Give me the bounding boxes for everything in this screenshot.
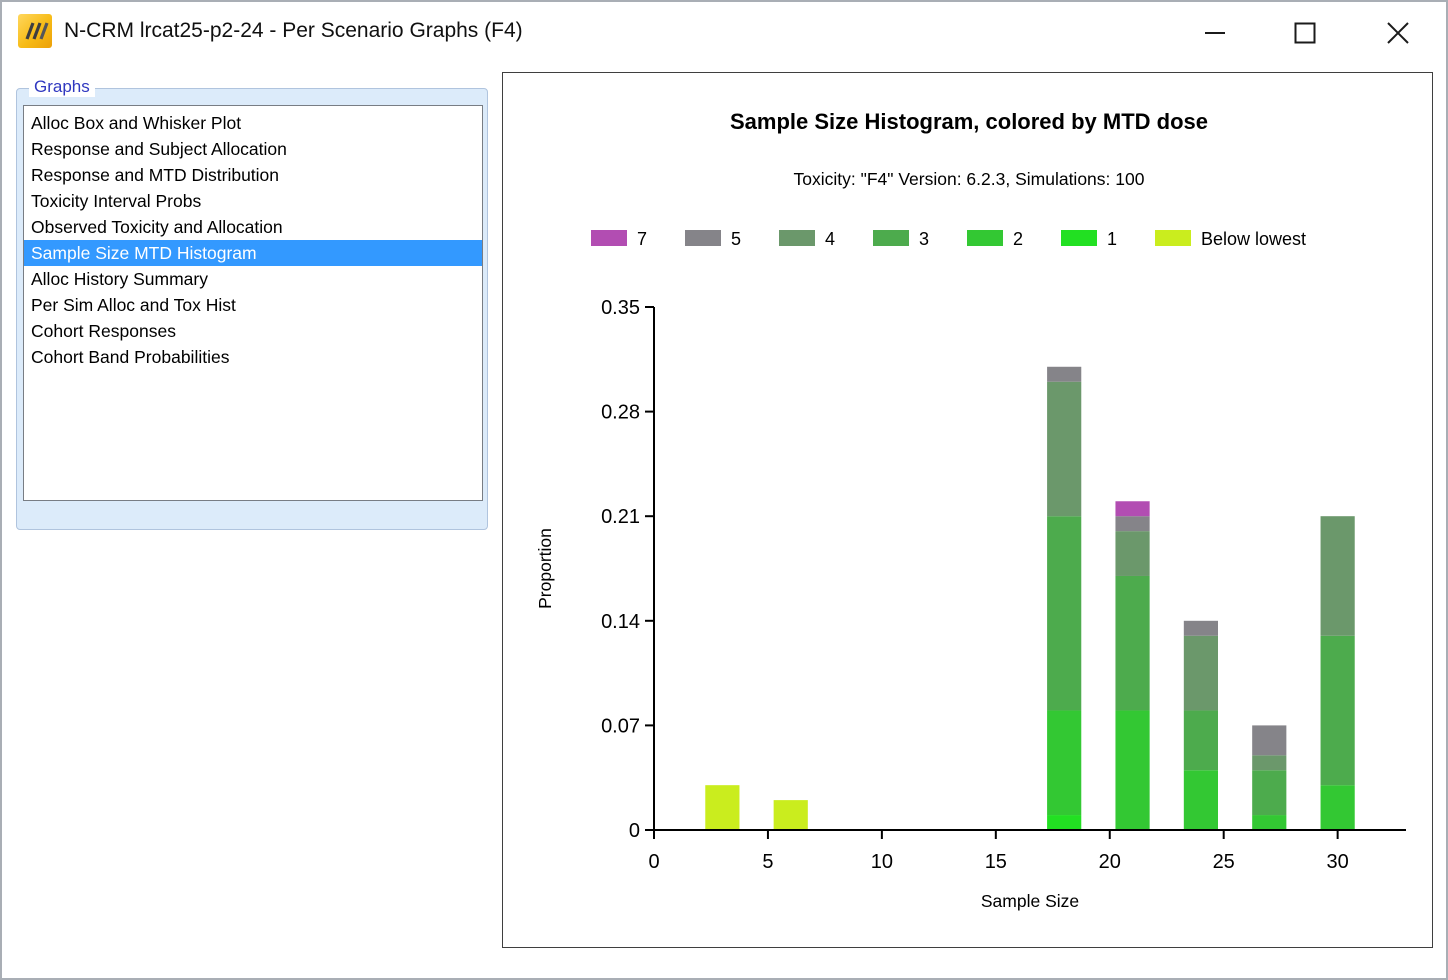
- bar-segment-mtd-4: [1252, 755, 1286, 770]
- legend-label: 7: [637, 229, 647, 249]
- bar-segment-mtd-3: [1184, 710, 1218, 770]
- bar-segment-mtd-4: [1047, 382, 1081, 516]
- legend-swatch-5: [685, 230, 721, 246]
- legend-label: 4: [825, 229, 835, 249]
- y-tick-label: 0.07: [601, 715, 640, 737]
- graphs-listbox[interactable]: Alloc Box and Whisker PlotResponse and S…: [23, 105, 483, 501]
- y-axis-title: Proportion: [535, 528, 555, 609]
- legend-label: 1: [1107, 229, 1117, 249]
- legend-label: 3: [919, 229, 929, 249]
- bar-segment-mtd-5: [1047, 367, 1081, 382]
- list-item[interactable]: Alloc History Summary: [24, 266, 482, 292]
- minimize-button[interactable]: [1192, 10, 1238, 56]
- app-logo-slashes-icon: [18, 14, 52, 48]
- legend-swatch-1: [1061, 230, 1097, 246]
- x-tick-label: 5: [762, 851, 773, 873]
- legend-swatch-2: [967, 230, 1003, 246]
- bar-segment-mtd-below-lowest: [774, 800, 808, 830]
- x-tick-label: 25: [1213, 851, 1235, 873]
- x-axis-title: Sample Size: [981, 891, 1079, 911]
- bar-segment-mtd-5: [1252, 725, 1286, 755]
- list-item[interactable]: Cohort Responses: [24, 318, 482, 344]
- minimize-icon: [1205, 31, 1225, 35]
- bar-segment-mtd-4: [1115, 531, 1149, 576]
- legend-label: 5: [731, 229, 741, 249]
- list-item[interactable]: Cohort Band Probabilities: [24, 344, 482, 370]
- chart-subtitle: Toxicity: "F4" Version: 6.2.3, Simulatio…: [794, 169, 1145, 189]
- bar-segment-mtd-7: [1115, 501, 1149, 516]
- legend-swatch-below-lowest: [1155, 230, 1191, 246]
- x-tick-label: 30: [1327, 851, 1349, 873]
- window-title: N-CRM lrcat25-p2-24 - Per Scenario Graph…: [64, 19, 523, 43]
- bar-segment-mtd-5: [1184, 621, 1218, 636]
- list-item[interactable]: Response and MTD Distribution: [24, 162, 482, 188]
- bar-segment-mtd-3: [1115, 576, 1149, 710]
- y-tick-label: 0.14: [601, 611, 640, 633]
- bar-segment-mtd-2: [1184, 770, 1218, 830]
- legend-swatch-3: [873, 230, 909, 246]
- bar-segment-mtd-3: [1321, 636, 1355, 785]
- graphs-groupbox: Graphs Alloc Box and Whisker PlotRespons…: [16, 88, 488, 530]
- close-icon: [1387, 22, 1409, 44]
- app-icon: [18, 14, 52, 48]
- close-button[interactable]: [1375, 10, 1421, 56]
- bar-segment-mtd-3: [1047, 516, 1081, 710]
- bar-segment-mtd-below-lowest: [705, 785, 739, 830]
- y-tick-label: 0.35: [601, 297, 640, 319]
- bar-segment-mtd-2: [1321, 785, 1355, 830]
- titlebar: N-CRM lrcat25-p2-24 - Per Scenario Graph…: [2, 2, 1446, 64]
- x-tick-label: 20: [1099, 851, 1121, 873]
- legend-swatch-4: [779, 230, 815, 246]
- bar-segment-mtd-5: [1115, 516, 1149, 531]
- bar-segment-mtd-4: [1184, 636, 1218, 711]
- list-item[interactable]: Observed Toxicity and Allocation: [24, 214, 482, 240]
- x-tick-label: 10: [871, 851, 893, 873]
- legend-label: 2: [1013, 229, 1023, 249]
- app-window: N-CRM lrcat25-p2-24 - Per Scenario Graph…: [0, 0, 1448, 980]
- chart-panel: Sample Size Histogram, colored by MTD do…: [502, 72, 1433, 948]
- maximize-icon: [1294, 22, 1316, 44]
- chart-title: Sample Size Histogram, colored by MTD do…: [730, 109, 1208, 134]
- maximize-button[interactable]: [1282, 10, 1328, 56]
- list-item[interactable]: Response and Subject Allocation: [24, 136, 482, 162]
- graphs-group-label: Graphs: [29, 77, 95, 97]
- y-tick-label: 0: [629, 820, 640, 842]
- list-item[interactable]: Toxicity Interval Probs: [24, 188, 482, 214]
- sample-size-histogram-chart: Sample Size Histogram, colored by MTD do…: [503, 73, 1432, 947]
- legend-label: Below lowest: [1201, 229, 1306, 249]
- x-tick-label: 0: [648, 851, 659, 873]
- list-item[interactable]: Per Sim Alloc and Tox Hist: [24, 292, 482, 318]
- legend-swatch-7: [591, 230, 627, 246]
- x-tick-label: 15: [985, 851, 1007, 873]
- list-item[interactable]: Sample Size MTD Histogram: [24, 240, 482, 266]
- bar-segment-mtd-2: [1252, 815, 1286, 830]
- bar-segment-mtd-1: [1047, 815, 1081, 830]
- y-tick-label: 0.21: [601, 506, 640, 528]
- bar-segment-mtd-3: [1252, 770, 1286, 815]
- bar-segment-mtd-2: [1047, 710, 1081, 815]
- bar-segment-mtd-4: [1321, 516, 1355, 636]
- bar-segment-mtd-2: [1115, 710, 1149, 830]
- list-item[interactable]: Alloc Box and Whisker Plot: [24, 110, 482, 136]
- y-tick-label: 0.28: [601, 402, 640, 424]
